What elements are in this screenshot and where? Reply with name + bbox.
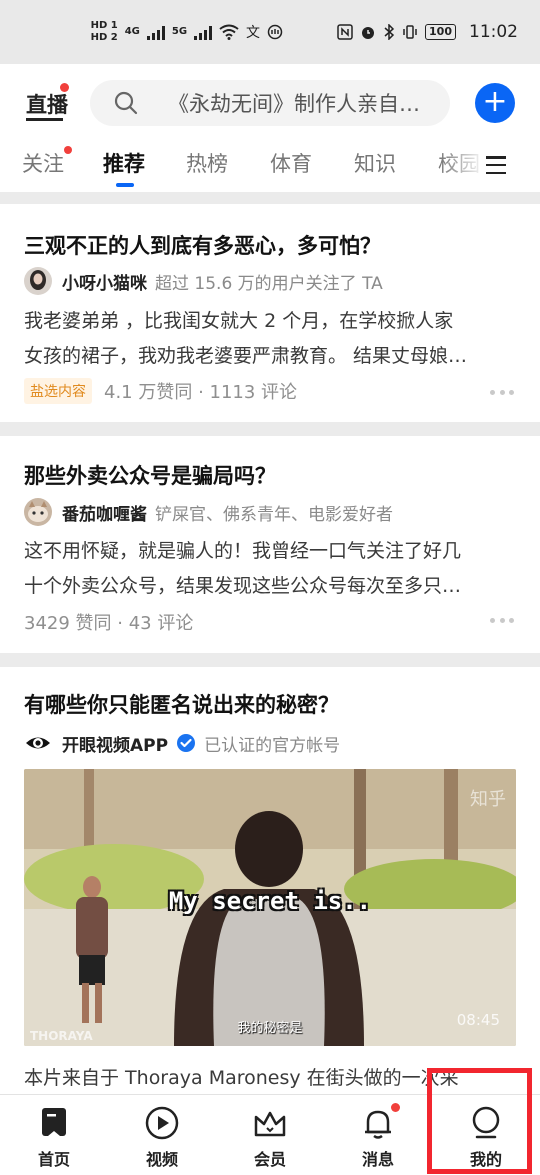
card-stats: 3429 赞同 · 43 评论 [24,613,194,634]
network-4g-label: 4G [124,26,140,37]
nav-home[interactable]: 首页 [0,1095,108,1175]
excerpt[interactable]: 这不用怀疑，就是骗人的！我曾经一口气关注了好几 十个外卖公众号，结果发现这些公众… [24,534,518,604]
live-badge-dot [60,83,69,92]
card-title[interactable]: 那些外卖公众号是骗局吗？ [24,460,276,490]
excerpt-line: 我老婆弟弟 ，比我闺女就大 2 个月，在学校掀人家 [24,310,454,332]
nfc-icon [337,24,353,40]
feed-card-video[interactable]: 有哪些你只能匿名说出来的秘密？ 开眼视频APP 已认证的官方帐号 My secr… [0,667,540,1094]
eye-logo-icon[interactable] [24,729,52,757]
zhihu-home-screen: HD 1 HD 2 4G 5G 文 100 11:02 直播 《永劫无间》制作人… [0,0,540,1175]
crown-icon [254,1111,286,1137]
video-watermark-right: 知乎 [470,789,506,810]
highlight-annotation-box [427,1068,532,1174]
active-tab-indicator [116,183,134,187]
tab-recommend[interactable]: 推荐 [103,148,145,178]
battery-icon: 100 [425,24,456,40]
author-row: 开眼视频APP 已认证的官方帐号 [24,728,340,758]
search-placeholder: 《永劫无间》制作人亲自下场… [168,92,432,116]
video-description[interactable]: 本片来自于 Thoraya Maronesy 在街头做的一次采 [24,1063,459,1090]
app-header: 直播 《永劫无间》制作人亲自下场… + [0,64,540,142]
author-row: 番茄咖喱酱 铲屎官、佛系青年、电影爱好者 [24,497,393,527]
card-title[interactable]: 三观不正的人到底有多恶心，多可怕？ [24,230,381,260]
avatar[interactable] [24,267,52,295]
feed-card[interactable]: 那些外卖公众号是骗局吗？ 番茄咖喱酱 铲屎官、佛系青年、电影爱好者 这不用怀疑，… [0,436,540,653]
bluetooth-icon [384,24,395,40]
author-name[interactable]: 开眼视频APP [62,731,168,756]
feed-card[interactable]: 三观不正的人到底有多恶心，多可怕？ 小呀小猫咪 超过 15.6 万的用户关注了 … [0,204,540,422]
author-description: 已认证的官方帐号 [204,735,341,756]
nav-video[interactable]: 视频 [108,1095,216,1175]
card-title[interactable]: 有哪些你只能匿名说出来的秘密？ [24,689,339,719]
vibrate-icon [403,25,417,39]
author-row: 小呀小猫咪 超过 15.6 万的用户关注了 TA [24,266,383,296]
more-options-icon[interactable] [490,618,514,624]
nav-label: 消息 [361,1150,394,1169]
video-subtitle: 我的秘密是 [237,1021,303,1036]
status-bar: HD 1 HD 2 4G 5G 文 100 11:02 [0,0,540,64]
gesture-icon [267,24,283,40]
verified-badge-icon [177,734,196,752]
search-bar[interactable]: 《永劫无间》制作人亲自下场… [90,80,450,126]
excerpt-line: 女孩的裙子，我劝我老婆要严肃教育。 结果丈母娘… [24,345,468,367]
nav-messages[interactable]: 消息 [324,1095,432,1175]
tab-follow[interactable]: 关注 [22,148,64,178]
excerpt-line: 十个外卖公众号，结果发现这些公众号每次至多只… [24,575,462,597]
author-name[interactable]: 番茄咖喱酱 [62,500,147,525]
author-description: 铲屎官、佛系青年、电影爱好者 [155,504,393,525]
excerpt-line: 这不用怀疑，就是骗人的！我曾经一口气关注了好几 [24,540,462,562]
alarm-icon [362,27,375,39]
tab-sports[interactable]: 体育 [270,148,312,178]
nav-label: 会员 [253,1150,286,1169]
video-caption: My secret is.. [168,887,372,915]
channel-tabs: 关注 推荐 热榜 体育 知识 校园 [0,142,540,192]
avatar[interactable] [24,498,52,526]
tab-knowledge[interactable]: 知识 [354,148,396,178]
home-icon [42,1108,66,1136]
tab-hot[interactable]: 热榜 [186,148,228,178]
tab-follow-badge-dot [64,146,72,154]
author-name[interactable]: 小呀小猫咪 [62,269,147,294]
translate-icon: 文 [246,25,261,41]
nav-label: 视频 [145,1150,178,1169]
live-button[interactable]: 直播 [26,89,68,119]
signal-icon [146,24,165,40]
card-stats: 4.1 万赞同 · 1113 评论 [104,382,298,403]
video-play-icon [145,1106,179,1140]
wifi-icon [219,24,239,40]
hd-indicator: HD 1 HD 2 [90,20,118,43]
bell-icon [365,1110,391,1139]
messages-badge-dot [391,1103,400,1112]
excerpt[interactable]: 我老婆弟弟 ，比我闺女就大 2 个月，在学校掀人家 女孩的裙子，我劝我老婆要严肃… [24,304,518,374]
search-icon [114,91,138,115]
video-thumbnail[interactable]: My secret is.. 我的秘密是 08:45 THORAYA 知乎 [24,769,516,1046]
video-duration: 08:45 [456,1011,500,1029]
network-5g-label: 5G [171,26,188,37]
more-options-icon[interactable] [490,390,514,396]
meta-row: 3429 赞同 · 43 评论 [24,609,193,635]
nav-label: 首页 [37,1150,70,1169]
premium-tag: 盐选内容 [24,378,92,404]
menu-icon[interactable] [486,156,506,174]
add-button[interactable]: + [475,83,515,123]
meta-row: 盐选内容 4.1 万赞同 · 1113 评论 [24,378,297,404]
video-watermark-left: THORAYA [30,1029,93,1043]
author-description: 超过 15.6 万的用户关注了 TA [155,273,383,294]
nav-membership[interactable]: 会员 [216,1095,324,1175]
clock: 11:02 [469,22,518,42]
signal-icon-2 [194,24,213,40]
live-underline [26,118,63,121]
